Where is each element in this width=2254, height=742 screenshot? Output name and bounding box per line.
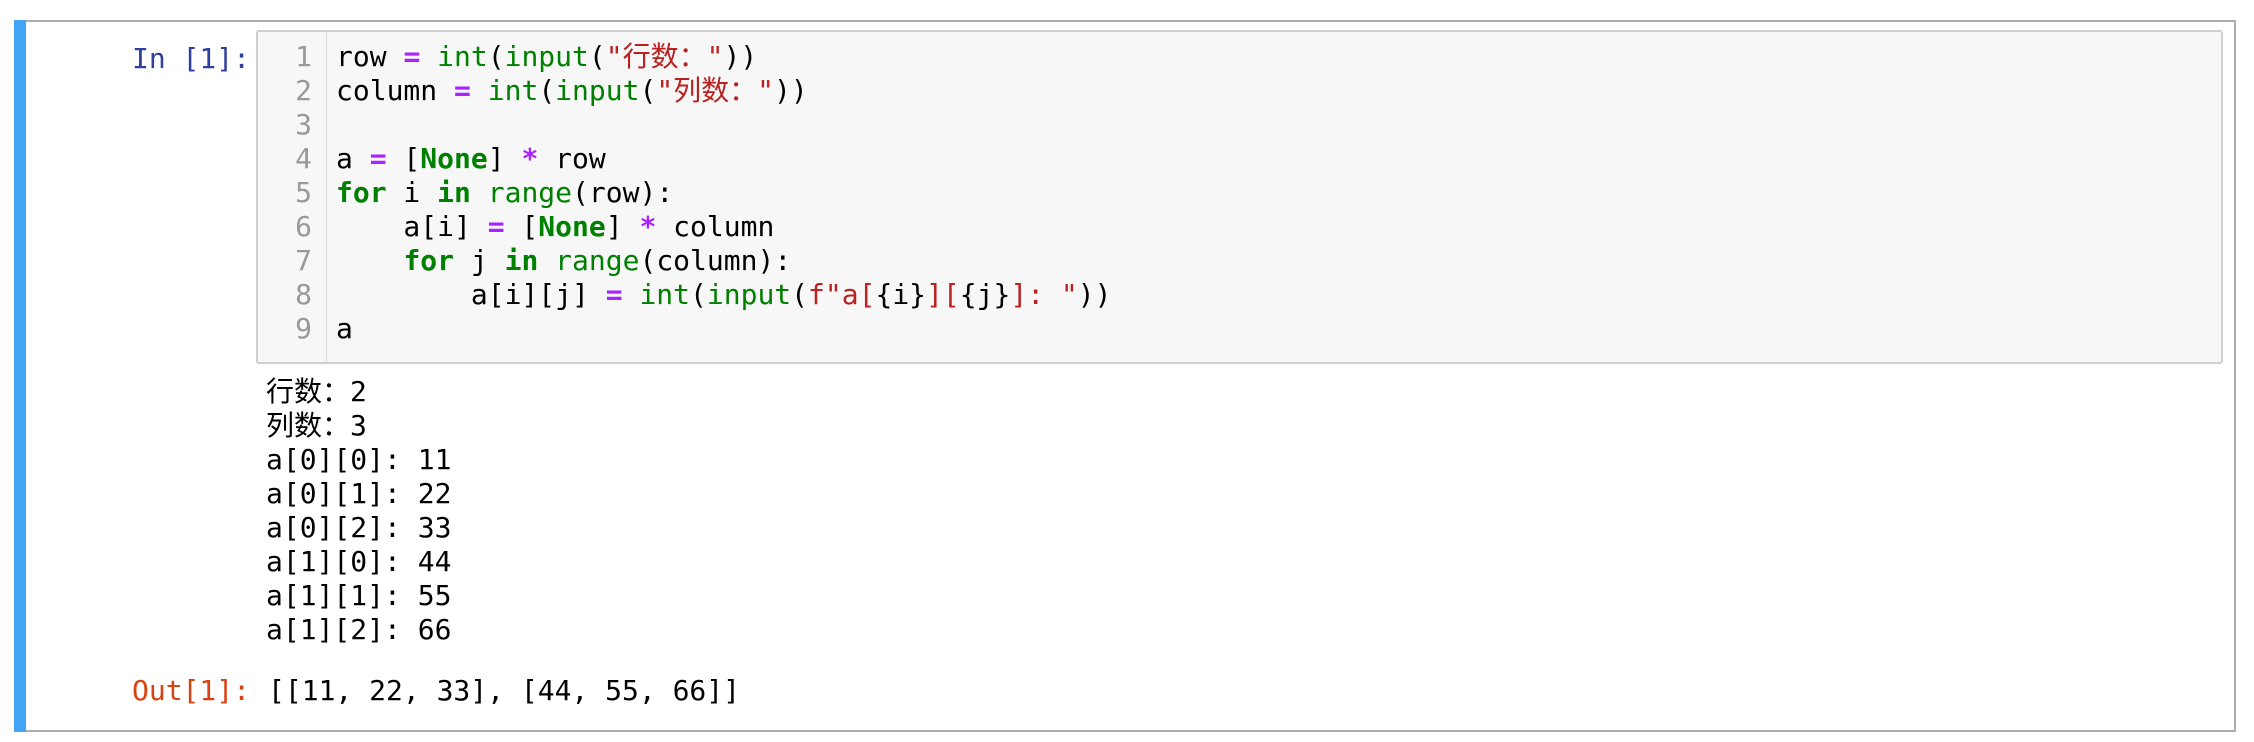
output-prompt: Out[1]: [131,674,250,707]
code-token: i [386,176,438,209]
code-token: (row): [572,176,674,209]
code-line[interactable]: a[i] = [None] * column [336,210,774,244]
code-token: {j} [959,278,1011,311]
code-token: "行数：" [605,40,724,73]
input-prompt: In [1]: [131,42,250,75]
code-token: int [487,74,539,107]
code-token: ( [588,40,606,73]
code-token: ]: " [1010,278,1078,311]
stdout-line: 行数：2 [266,375,367,408]
code-line[interactable]: for j in range(column): [336,244,791,278]
code-token: for [403,244,455,277]
code-token: ( [791,278,809,311]
code-token: j [454,244,505,277]
line-number: 5 [295,176,312,209]
code-token: in [504,244,539,277]
stdout-line: 列数：3 [266,409,367,442]
code-token: [ [386,142,421,175]
code-token: f"a[ [808,278,876,311]
code-token: = [487,210,505,243]
code-token: a[i] [336,210,488,243]
code-token: input [555,74,640,107]
code-token: ][ [926,278,960,311]
line-number: 1 [295,40,312,73]
code-token: * [521,142,539,175]
code-token: ( [639,74,657,107]
code-token: = [605,278,623,311]
code-token: = [369,142,387,175]
line-number: 2 [295,74,312,107]
code-line[interactable]: a [336,312,353,346]
code-token: ( [690,278,707,311]
stdout-line: a[1][0]: 44 [266,545,452,578]
cell-selection-bar [14,20,26,732]
code-token: )) [774,74,808,107]
code-token: {i} [875,278,927,311]
code-token: None [420,142,488,175]
stdout-line: a[1][1]: 55 [266,579,452,612]
code-token: row [538,142,606,175]
line-number: 7 [295,244,312,277]
line-number: 9 [295,312,312,345]
code-token: ( [538,74,556,107]
code-line[interactable]: row = int(input("行数：")) [336,40,757,74]
code-token: a [336,312,353,345]
code-token: int [437,40,488,73]
code-token: * [639,210,657,243]
code-token: = [454,74,471,107]
stdout-line: a[0][1]: 22 [266,477,452,510]
code-line[interactable]: for i in range(row): [336,176,673,210]
code-token: (column): [639,244,792,277]
code-token: None [538,210,606,243]
code-token: row [336,40,404,73]
code-token: [ [504,210,539,243]
code-token: range [487,176,573,209]
code-token: ] [487,142,522,175]
code-token: int [639,278,691,311]
stdout-line: a[1][2]: 66 [266,613,452,646]
code-token: in [437,176,471,209]
stdout-line: a[0][2]: 33 [266,511,452,544]
line-number: 8 [295,278,312,311]
code-token: "列数：" [656,74,775,107]
code-token: a[i][j] [336,278,606,311]
code-token: = [403,40,421,73]
code-token: column [336,74,455,107]
line-number: 3 [295,108,312,141]
code-line[interactable]: a = [None] * row [336,142,606,176]
code-token: )) [723,40,758,73]
code-token: )) [1077,278,1112,311]
code-token: ] [605,210,640,243]
code-token: column [656,210,775,243]
code-line[interactable]: column = int(input("列数：")) [336,74,808,108]
stdout-line: a[0][0]: 11 [266,443,452,476]
line-number: 6 [295,210,312,243]
code-token: range [555,244,640,277]
code-token: input [706,278,792,311]
code-editor[interactable]: 1 row = int(input("行数：")) 2 column = int(in… [256,30,2223,364]
code-token: for [336,176,387,209]
code-line[interactable]: a[i][j] = int(input(f"a[{i}][{j}]: ")) [336,278,1112,312]
code-token: ( [487,40,505,73]
output-result: [[11, 22, 33], [44, 55, 66]] [268,674,741,707]
code-token: a [336,142,370,175]
code-token: input [504,40,589,73]
line-number: 4 [295,142,312,175]
